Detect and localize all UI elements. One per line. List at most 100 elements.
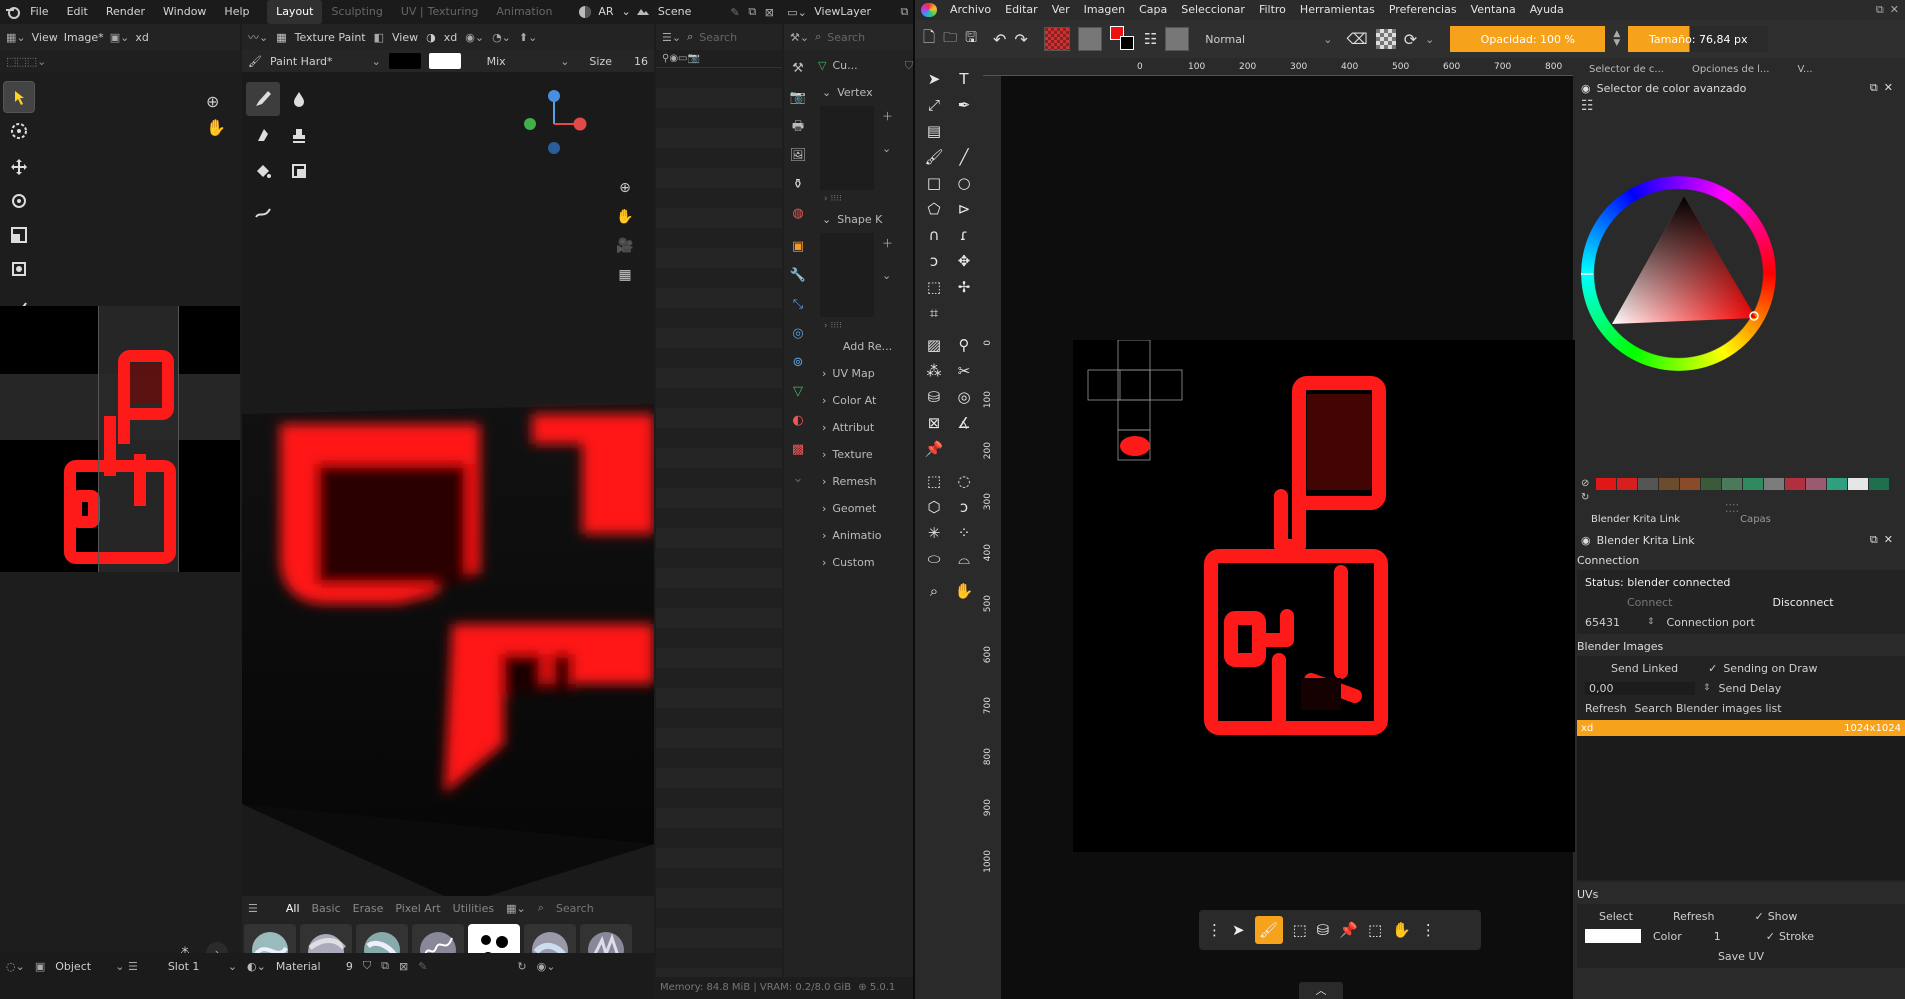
floating-selection-icon[interactable]: ⬚ <box>1368 921 1382 939</box>
tool-props-icon[interactable]: ⚒ <box>784 54 812 83</box>
recent-color-swatch[interactable] <box>1743 478 1763 490</box>
unlink-material-icon[interactable]: ⊠ <box>399 960 408 973</box>
magnetic-select-tool-icon[interactable]: ⌓ <box>951 546 977 572</box>
world-props-icon[interactable]: ◍ <box>784 199 812 228</box>
mask-tool-icon[interactable] <box>282 154 316 188</box>
constraints-props-icon[interactable]: ⊚ <box>784 348 812 377</box>
viewport-pan-icon[interactable]: ✋ <box>614 203 636 232</box>
select-box-icon[interactable]: ⬚⬚⬚⌄ <box>6 55 46 68</box>
texture-props-icon[interactable]: ▩ <box>784 435 812 464</box>
recent-color-swatch[interactable] <box>1596 478 1616 490</box>
object-data-name[interactable]: Cu... <box>832 59 857 72</box>
krita-logo-icon[interactable] <box>921 3 937 17</box>
section-geometry-data[interactable]: › Geomet <box>814 495 913 522</box>
menu-herramientas[interactable]: Herramientas <box>1293 0 1382 20</box>
gradient-preset-icon[interactable] <box>1043 27 1070 51</box>
history-refresh-icon[interactable]: ↻ <box>1581 492 1589 503</box>
image-view-menu[interactable]: View <box>32 31 58 44</box>
clear-history-icon[interactable]: ⊘ <box>1581 478 1595 492</box>
reference-tool-icon[interactable]: ▤ <box>921 118 947 144</box>
viewport-zoom-icon[interactable]: ⊕ <box>614 174 636 203</box>
fake-user-icon[interactable]: ⛉ <box>363 959 371 973</box>
view-layer-props-icon[interactable]: 🖼 <box>784 141 812 170</box>
more-tabs-icon[interactable]: ⌄ <box>784 464 812 493</box>
render-props-icon[interactable]: 📷 <box>784 83 812 112</box>
object-mode-icon[interactable]: ▣ <box>35 960 45 973</box>
floating-select-icon[interactable]: ➤ <box>1232 921 1245 939</box>
overlay-icon[interactable]: ◔⌄ <box>492 31 511 44</box>
tab-utilities[interactable]: Utilities <box>453 902 494 915</box>
expand-bottom-icon[interactable]: ︿ <box>1299 982 1343 999</box>
image-image-menu[interactable]: Image* <box>64 31 104 44</box>
recent-color-swatch[interactable] <box>1806 478 1826 490</box>
calligraphy-tool-icon[interactable]: ✒ <box>951 92 977 118</box>
recent-color-swatch[interactable] <box>1848 478 1868 490</box>
asset-shelf-menu-icon[interactable]: ☰ <box>248 902 258 915</box>
search-images-input[interactable]: Search Blender images list <box>1635 702 1782 715</box>
size-field[interactable]: 16 <box>634 55 648 68</box>
properties-editor-icon[interactable]: ⚒⌄ <box>790 31 809 44</box>
dock-tab-v[interactable]: V... <box>1797 64 1812 75</box>
floating-pin-icon[interactable]: 📌 <box>1339 921 1358 939</box>
properties-search-input[interactable]: Search <box>827 31 865 44</box>
text-tool-icon[interactable]: T <box>951 66 977 92</box>
menu-ver[interactable]: Ver <box>1045 0 1077 20</box>
restrict-toggles-icon[interactable]: ⚲◉▭📷 <box>662 53 700 64</box>
workspace-tab-sculpting[interactable]: Sculpting <box>322 0 391 24</box>
properties-search-icon[interactable]: ⌕ <box>815 30 821 44</box>
tab-pixel-art[interactable]: Pixel Art <box>395 902 440 915</box>
section-remesh[interactable]: › Remesh <box>814 468 913 495</box>
crop-tool-icon[interactable]: ⌗ <box>921 300 947 326</box>
freehand-brush-tool-icon[interactable]: 🖌 <box>921 144 947 170</box>
select-tool-icon[interactable] <box>3 81 35 113</box>
viewport-editor-type-icon[interactable]: 〰⌄ <box>248 29 268 45</box>
scale-tool-icon[interactable] <box>4 220 34 250</box>
send-linked-button[interactable]: Send Linked <box>1611 662 1678 675</box>
uv-stroke-checkbox[interactable]: ✓ Stroke <box>1766 930 1814 943</box>
assistant-tool-icon[interactable]: ⊠ <box>921 410 947 436</box>
section-animation[interactable]: › Animatio <box>814 522 913 549</box>
scene-props-icon[interactable]: ⚱ <box>784 170 812 199</box>
close-window-icon[interactable]: ✕ <box>1890 3 1905 16</box>
redo-icon[interactable]: ↷ <box>1014 30 1027 49</box>
zoom-tool-icon-krita[interactable]: ⌕ <box>921 578 947 604</box>
recent-color-swatch[interactable] <box>1869 478 1889 490</box>
material-sphere-icon[interactable]: ◐⌄ <box>247 960 266 973</box>
scene-name[interactable]: Scene <box>652 0 698 24</box>
section-color-attributes[interactable]: › Color At <box>814 387 913 414</box>
recent-color-swatch[interactable] <box>1680 478 1700 490</box>
outliner-filter-icon[interactable]: ⌕ <box>687 30 693 44</box>
modifier-props-icon[interactable]: 🔧 <box>784 261 812 290</box>
move-tool-icon[interactable] <box>4 152 34 182</box>
cursor-tool-icon[interactable] <box>4 116 34 146</box>
outliner-editor-icon[interactable]: ☰⌄ <box>662 31 681 44</box>
send-delay-input[interactable]: 0,00 <box>1585 681 1695 695</box>
image-canvas[interactable] <box>1073 339 1585 852</box>
shield-icon[interactable]: ⛉ <box>905 59 913 73</box>
image-browse-icon[interactable]: ▣⌄ <box>110 31 130 44</box>
recent-color-swatch[interactable] <box>1827 478 1847 490</box>
dock-tab-krita-link[interactable]: Blender Krita Link <box>1591 514 1680 525</box>
uv-texture-canvas[interactable] <box>0 306 240 572</box>
new-document-icon[interactable]: 🗋 <box>923 27 935 52</box>
refresh-images-button[interactable]: Refresh <box>1585 702 1627 715</box>
similar-select-tool-icon[interactable]: ⁘ <box>951 520 977 546</box>
object-props-icon[interactable]: ▣ <box>784 232 812 261</box>
workspace-tab-animation[interactable]: Animation <box>487 0 561 24</box>
color-swatch-secondary[interactable] <box>428 53 461 69</box>
pan-tool-icon-krita[interactable]: ✋ <box>951 578 977 604</box>
color-wheel[interactable] <box>1581 176 1776 371</box>
menu-editar[interactable]: Editar <box>998 0 1045 20</box>
move-tool-icon-krita[interactable]: ✢ <box>951 274 977 300</box>
reference-images-tool-icon[interactable]: 📌 <box>921 436 947 462</box>
slot-link-icon[interactable]: ↻ <box>517 960 526 973</box>
recent-color-swatch[interactable] <box>1722 478 1742 490</box>
scene-browse-icon[interactable] <box>635 6 652 18</box>
recent-color-swatch[interactable] <box>1617 478 1637 490</box>
menu-help[interactable]: Help <box>215 0 258 24</box>
recent-color-swatch[interactable] <box>1701 478 1721 490</box>
menu-filtro[interactable]: Filtro <box>1252 0 1293 20</box>
tab-all[interactable]: All <box>286 902 300 915</box>
menu-preferencias[interactable]: Preferencias <box>1382 0 1464 20</box>
line-tool-icon[interactable]: ╱ <box>951 144 977 170</box>
